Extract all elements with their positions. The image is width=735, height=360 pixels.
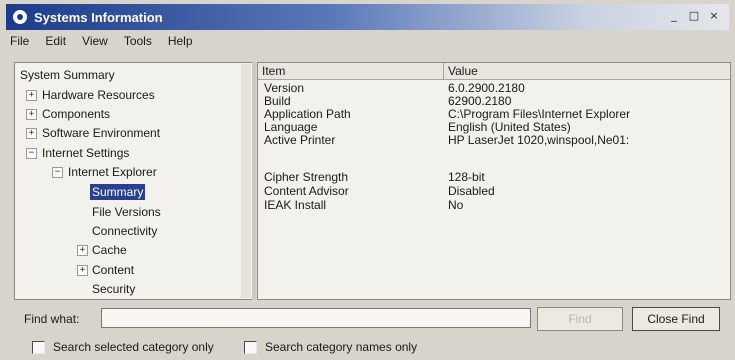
item-cell: Build [264,94,291,108]
expand-plus-icon[interactable]: + [26,109,37,120]
list-header: Item Value [258,63,730,80]
tree-item-label: Internet Settings [42,146,130,160]
tree-item-internet-explorer[interactable]: − Internet Explorer [48,163,157,181]
close-find-button[interactable]: Close Find [632,307,720,331]
value-cell: HP LaserJet 1020,winspool,Ne01: [448,133,630,147]
tree-item-label: Software Environment [42,126,161,140]
item-cell: Cipher Strength [264,170,349,184]
tree-vertical-scrollbar[interactable] [241,64,251,298]
tree-item-label: Components [42,107,111,121]
tree-item-connectivity[interactable]: Connectivity [92,222,157,240]
tree-item-label: Content [92,263,135,277]
checkbox-box[interactable] [244,340,257,354]
search-category-names-checkbox[interactable]: Search category names only [244,340,417,354]
collapse-minus-icon[interactable]: − [52,167,63,178]
tree-item-label: File Versions [92,205,161,219]
item-cell: Version [264,81,305,95]
checkbox-label: Search category names only [265,340,418,354]
tree-item-label: Internet Explorer [68,165,157,179]
menu-tools[interactable]: Tools [116,32,160,52]
menu-edit[interactable]: Edit [37,32,74,52]
close-button[interactable]: × [705,8,723,24]
title-bar[interactable]: Systems Information _ □ × [6,4,729,30]
details-list[interactable]: Item Value Version 6.0.2900.2180 Build 6… [257,62,731,300]
collapse-minus-icon[interactable]: − [26,148,37,159]
find-bar: Find what: Find Close Find Search select… [6,300,729,356]
tree-item-summary[interactable]: Summary [90,183,146,201]
item-cell: Language [264,120,318,134]
search-selected-category-checkbox[interactable]: Search selected category only [32,340,214,354]
tree-item-hardware-resources[interactable]: + Hardware Resources [20,86,155,104]
item-cell: Active Printer [264,133,336,147]
tree-item-label: Summary [90,184,146,200]
tree-item-label: Hardware Resources [42,88,155,102]
item-cell: Application Path [264,107,351,121]
value-cell: 128-bit [448,170,485,184]
tree-item-system-summary[interactable]: System Summary [20,66,115,84]
find-what-label: Find what: [24,312,80,326]
system-information-icon [12,9,28,25]
category-tree[interactable]: System Summary + Hardware Resources + Co… [14,62,253,300]
value-cell: C:\Program Files\Internet Explorer [448,107,631,121]
menu-file[interactable]: File [6,32,37,52]
menu-bar: File Edit View Tools Help [6,32,201,52]
item-cell: Content Advisor [264,184,349,198]
checkbox-box[interactable] [32,340,45,354]
value-cell: 62900.2180 [448,94,512,108]
column-header-value[interactable]: Value [444,63,730,79]
minimize-button[interactable]: _ [665,8,683,24]
tree-item-components[interactable]: + Components [20,105,110,123]
tree-item-cache[interactable]: + Cache [75,241,127,259]
tree-item-software-environment[interactable]: + Software Environment [20,124,160,142]
tree-item-label: System Summary [20,68,115,82]
column-header-item[interactable]: Item [258,63,444,79]
maximize-button[interactable]: □ [685,8,703,24]
value-cell: No [448,198,464,212]
window-title: Systems Information [34,9,163,25]
expand-plus-icon[interactable]: + [77,245,88,256]
tree-item-security[interactable]: Security [92,280,135,298]
expand-plus-icon[interactable]: + [26,128,37,139]
value-cell: English (United States) [448,120,571,134]
value-cell: 6.0.2900.2180 [448,81,525,95]
pane-splitter[interactable] [252,62,256,300]
value-cell: Disabled [448,184,495,198]
tree-item-internet-settings[interactable]: − Internet Settings [20,144,129,162]
window-controls: _ □ × [665,8,723,24]
tree-item-label: Security [92,282,136,296]
menu-help[interactable]: Help [160,32,201,52]
menu-view[interactable]: View [74,32,116,52]
tree-item-label: Cache [92,243,127,257]
item-cell: IEAK Install [264,198,327,212]
tree-item-file-versions[interactable]: File Versions [92,203,161,221]
tree-item-content[interactable]: + Content [75,261,134,279]
find-button[interactable]: Find [537,307,623,331]
find-what-input[interactable] [101,308,531,328]
expand-plus-icon[interactable]: + [26,90,37,101]
tree-item-label: Connectivity [92,224,158,238]
checkbox-label: Search selected category only [53,340,214,354]
expand-plus-icon[interactable]: + [77,265,88,276]
